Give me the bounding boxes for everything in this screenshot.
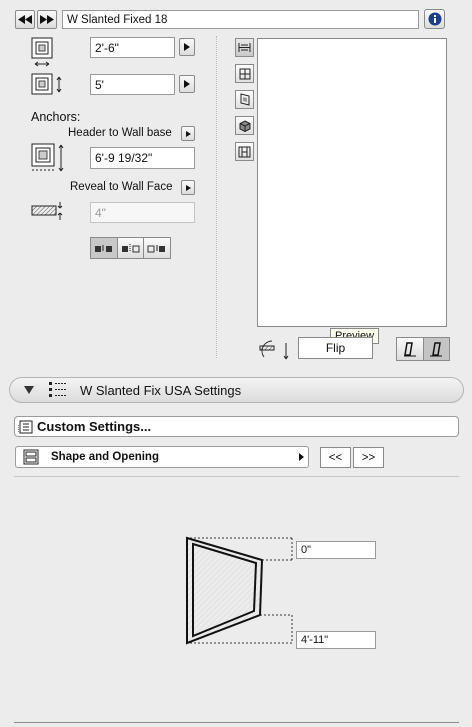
anchor-center-icon [121,244,139,253]
page-selector-label: Shape and Opening [51,451,159,463]
settings-panel-header[interactable]: W Slanted Fix USA Settings [9,377,464,403]
header-anchor-icon [31,143,67,178]
settings-panel-title: W Slanted Fix USA Settings [80,383,242,398]
side-3d-icon [240,93,249,106]
anchor-outside-icon [94,245,112,252]
mirror-toggle-group [396,337,450,361]
collapse-triangle-icon [24,386,34,394]
mirror-right-button[interactable] [423,338,449,360]
header-anchor-label: Header to Wall base [68,127,172,139]
custom-settings-icon [18,420,33,434]
reveal-anchor-label: Reveal to Wall Face [70,181,173,193]
anchor-option-2-button[interactable] [118,238,145,258]
previous-page-button[interactable]: << [320,447,351,468]
anchors-heading: Anchors: [31,110,81,124]
window-width-icon [31,37,55,72]
mirror-left-icon [403,342,416,357]
view-tab-elevation[interactable] [235,64,254,83]
flip-button[interactable]: Flip [298,337,373,359]
reveal-anchor-input[interactable]: 4" [90,202,195,223]
play-arrow-icon [185,130,191,137]
header-anchor-menu-button[interactable] [181,126,195,141]
window-height-icon [31,72,65,101]
cube-3d-icon [239,119,250,132]
info-icon [428,12,441,26]
height-menu-button[interactable] [179,75,195,93]
play-arrow-icon [184,43,190,51]
rewind-icon [18,15,32,24]
preview-canvas[interactable] [257,38,447,327]
previous-object-button[interactable] [15,10,35,29]
mirror-left-button[interactable] [397,338,424,360]
page-selector-dropdown[interactable]: Shape and Opening [15,446,309,468]
play-arrow-icon [184,80,190,88]
view-tab-section[interactable] [235,38,254,57]
view-tab-3d-side[interactable] [235,90,254,109]
anchor-option-group [90,237,171,259]
fast-forward-icon [40,15,54,24]
dropdown-arrow-icon [299,453,304,461]
height-input[interactable]: 5' [90,74,175,95]
settings-list-icon [49,382,66,397]
panel-divider [216,36,217,358]
play-arrow-icon [185,184,191,191]
slanted-window-diagram [186,536,293,645]
plan-view-icon [238,146,251,157]
custom-settings-button[interactable]: Custom Settings... [14,416,459,437]
anchor-inside-icon [147,245,166,253]
view-tab-3d[interactable] [235,116,254,135]
section-view-icon [238,43,251,52]
custom-settings-label: Custom Settings... [37,419,152,434]
object-name-field[interactable]: W Slanted Fixed 18 [62,10,419,29]
reveal-anchor-menu-button[interactable] [181,180,195,195]
bottom-offset-input[interactable]: 4'-11" [296,631,376,649]
bottom-divider [14,722,459,723]
flip-icon [256,337,292,364]
view-tab-plan[interactable] [235,142,254,161]
width-input[interactable]: 2'-6" [90,37,175,58]
shape-page-icon [23,449,39,465]
anchor-option-1-button[interactable] [91,238,118,258]
next-page-button[interactable]: >> [353,447,384,468]
next-object-button[interactable] [37,10,57,29]
anchor-option-3-button[interactable] [144,238,170,258]
info-button[interactable] [424,9,445,29]
header-anchor-input[interactable]: 6'-9 19/32" [90,147,195,169]
top-offset-input[interactable]: 0" [296,541,376,559]
elevation-view-icon [239,68,250,79]
section-divider [14,476,459,477]
width-menu-button[interactable] [179,38,195,56]
reveal-anchor-icon [30,200,66,225]
mirror-right-icon [430,342,443,357]
